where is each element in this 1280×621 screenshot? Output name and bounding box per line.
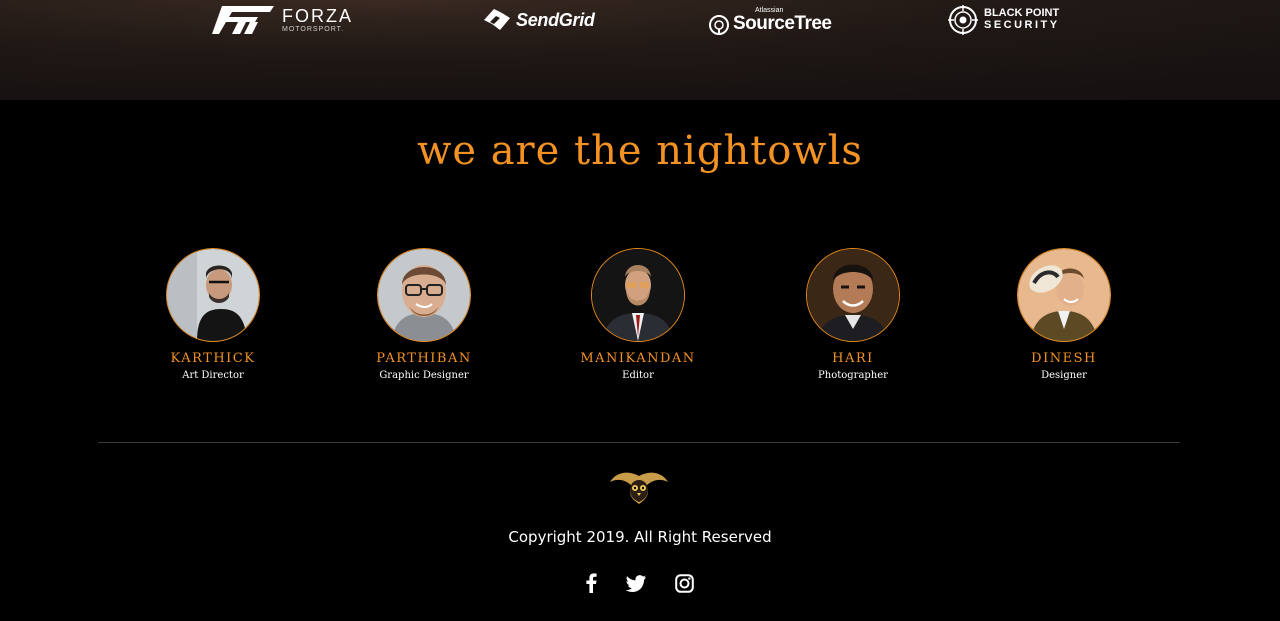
facebook-icon[interactable] <box>580 572 602 594</box>
member-role: Editor <box>622 370 654 381</box>
sendgrid-wordmark: SendGrid <box>516 9 595 30</box>
member-avatar <box>806 248 900 342</box>
member-name: DINESH <box>1031 351 1097 366</box>
owl-logo-icon[interactable] <box>608 468 670 506</box>
member-avatar <box>377 248 471 342</box>
member-name: MANIKANDAN <box>580 351 696 366</box>
member-name: KARTHICK <box>170 351 256 366</box>
instagram-icon[interactable] <box>673 572 695 594</box>
team-member-card: PARTHIBAN Graphic Designer <box>344 248 504 381</box>
team-member-card: HARI Photographer <box>773 248 933 381</box>
team-member-card: DINESH Designer <box>984 248 1144 381</box>
partner-logo-sourcetree: Atlassian SourceTree <box>708 3 832 37</box>
member-role: Designer <box>1041 370 1087 381</box>
forza-logo-icon <box>212 6 274 34</box>
copyright-text: Copyright 2019. All Right Reserved <box>508 528 772 546</box>
forza-wordmark: FORZA <box>282 6 353 26</box>
team-member-card: MANIKANDAN Editor <box>558 248 718 381</box>
team-member-card: KARTHICK Art Director <box>133 248 293 381</box>
partner-logo-blackpoint: BLACK POINT SECURITY <box>948 3 1060 37</box>
member-avatar <box>1017 248 1111 342</box>
blackpoint-sub: SECURITY <box>984 19 1060 31</box>
team-heading: we are the nightowls <box>417 128 863 174</box>
member-role: Graphic Designer <box>379 370 469 381</box>
sourcetree-logo-icon <box>708 14 730 36</box>
member-name: PARTHIBAN <box>376 351 472 366</box>
twitter-icon[interactable] <box>625 572 647 594</box>
member-role: Art Director <box>182 370 244 381</box>
member-role: Photographer <box>818 370 888 381</box>
partners-banner <box>0 0 1280 100</box>
member-name: HARI <box>832 351 874 366</box>
member-avatar <box>591 248 685 342</box>
sourcetree-wordmark: SourceTree <box>733 13 832 34</box>
footer-divider <box>98 442 1180 443</box>
member-avatar <box>166 248 260 342</box>
partner-logo-forza: FORZA MOTORSPORT. <box>212 3 353 37</box>
partner-logo-sendgrid: SendGrid <box>480 3 595 37</box>
sendgrid-logo-icon <box>480 6 512 34</box>
forza-sub: MOTORSPORT. <box>282 26 345 33</box>
blackpoint-logo-icon <box>948 5 978 35</box>
